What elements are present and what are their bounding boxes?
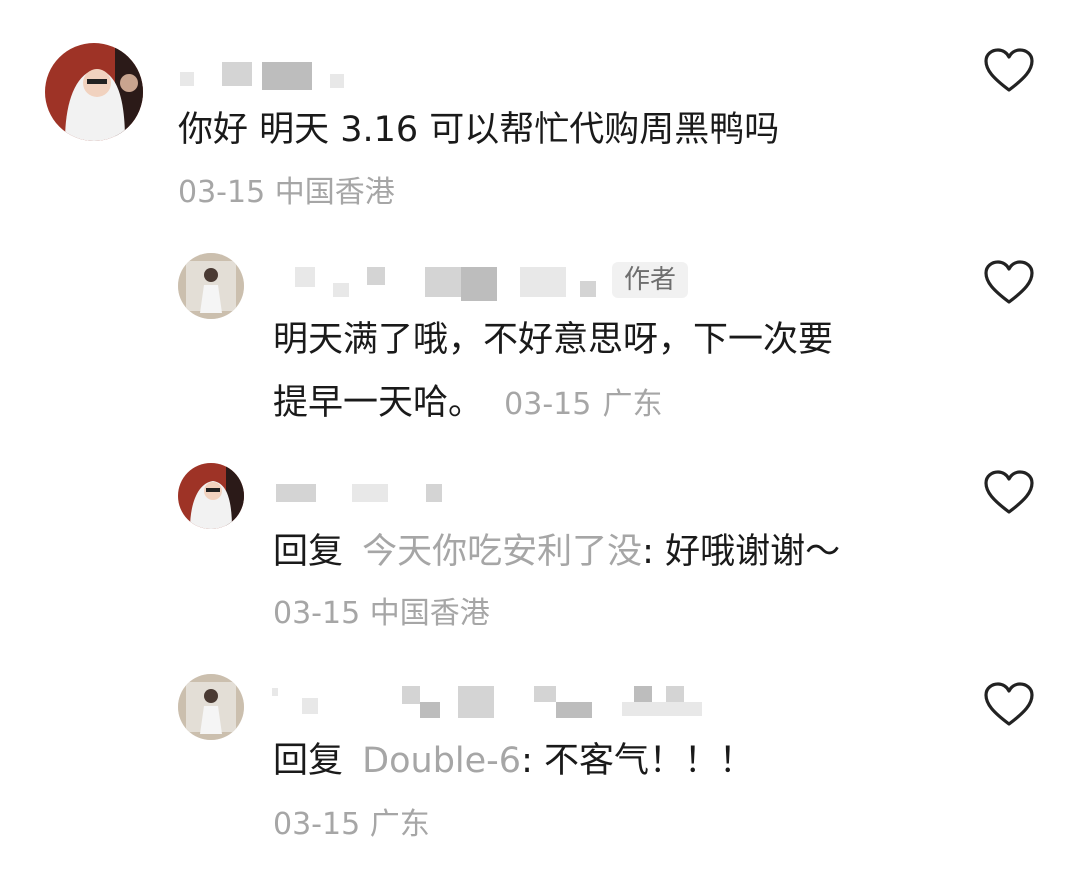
comment-text: 回复 Double-6: 不客气！！！	[273, 730, 754, 792]
reply-prefix: 回复	[273, 741, 344, 781]
comment-location: 广东	[602, 387, 663, 422]
comment-meta: 03-15 中国香港	[178, 162, 395, 224]
like-button[interactable]	[983, 682, 1035, 728]
comment-time: 03-15	[504, 387, 592, 422]
reply-item: 回复 今天你吃安利了没: 好哦谢谢～ 03-15 中国香港	[0, 440, 1080, 660]
like-button[interactable]	[983, 470, 1035, 516]
reply-item: 作者 明天满了哦，不好意思呀，下一次要 提早一天哈。 03-15 广东	[0, 230, 1080, 440]
avatar[interactable]	[178, 674, 244, 740]
username-redacted[interactable]	[295, 265, 605, 301]
like-button[interactable]	[983, 260, 1035, 306]
username-redacted[interactable]	[180, 60, 360, 94]
comment-time: 03-15	[273, 807, 361, 842]
comment-meta: 03-15 广东	[273, 794, 430, 856]
comment-location: 中国香港	[369, 596, 490, 631]
avatar[interactable]	[45, 43, 143, 141]
comment-text: 你好 明天 3.16 可以帮忙代购周黑鸭吗	[178, 110, 780, 150]
like-button[interactable]	[983, 48, 1035, 94]
reply-text: : 好哦谢谢～	[642, 532, 841, 572]
comment-time: 03-15	[178, 175, 266, 210]
reply-prefix: 回复	[273, 532, 344, 572]
avatar[interactable]	[178, 463, 244, 529]
username-redacted[interactable]	[272, 686, 702, 720]
comment-item: 你好 明天 3.16 可以帮忙代购周黑鸭吗 03-15 中国香港	[0, 0, 1080, 230]
reply-item: 回复 Double-6: 不客气！！！ 03-15 广东	[0, 660, 1080, 878]
comment-text-line1: 明天满了哦，不好意思呀，下一次要	[273, 320, 834, 360]
heart-outline-icon	[984, 470, 1034, 514]
comment-text-line2: 提早一天哈。 03-15 广东	[273, 372, 662, 436]
comment-meta: 03-15 中国香港	[273, 583, 490, 645]
reply-text: : 不客气！！！	[521, 741, 754, 781]
comment-location: 中国香港	[274, 175, 395, 210]
reply-target-username[interactable]: 今天你吃安利了没	[362, 532, 642, 572]
comment-text: 提早一天哈。	[273, 383, 484, 423]
heart-outline-icon	[984, 48, 1034, 92]
comment-location: 广东	[369, 807, 430, 842]
comment-text: 回复 今天你吃安利了没: 好哦谢谢～	[273, 521, 840, 583]
username-redacted[interactable]	[276, 484, 456, 518]
heart-outline-icon	[984, 260, 1034, 304]
reply-target-username[interactable]: Double-6	[362, 741, 521, 781]
avatar[interactable]	[178, 253, 244, 319]
author-badge: 作者	[612, 262, 689, 298]
heart-outline-icon	[984, 682, 1034, 726]
comment-time: 03-15	[273, 596, 361, 631]
